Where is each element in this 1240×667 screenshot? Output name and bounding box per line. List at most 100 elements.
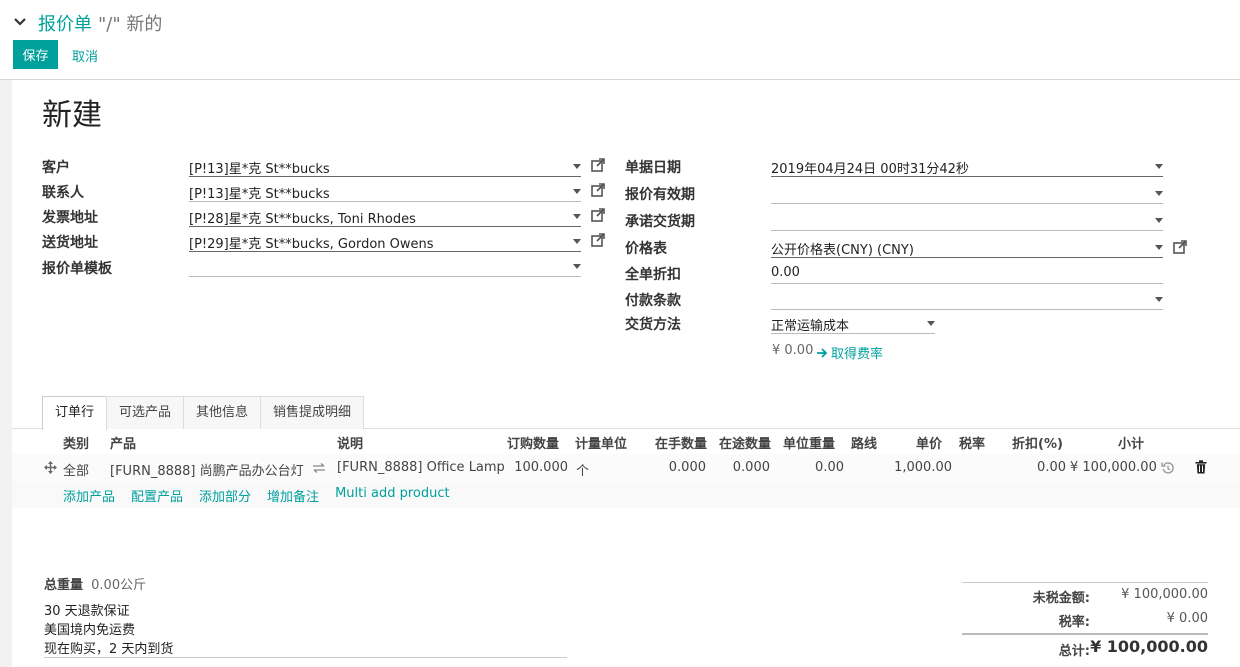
cell-incoming: 0.000 <box>732 460 770 475</box>
col-unit-weight[interactable]: 单位重量 <box>783 433 835 452</box>
col-tax[interactable]: 税率 <box>959 433 985 452</box>
chevron-down-icon[interactable] <box>12 13 32 33</box>
invoice-address-field[interactable]: [P!28]星*克 St**bucks, Toni Rhodes <box>189 205 581 227</box>
get-rate-label: 取得费率 <box>831 347 884 362</box>
untaxed-label: 未税金额: <box>1032 591 1090 606</box>
col-subtotal[interactable]: 小计 <box>1118 433 1144 452</box>
caret-down-icon[interactable] <box>573 264 581 269</box>
cell-category[interactable]: 全部 <box>63 460 89 479</box>
cell-qty[interactable]: 100.000 <box>496 460 568 475</box>
totals-top-divider <box>962 582 1208 583</box>
cancel-button[interactable]: 取消 <box>72 46 98 65</box>
totals-divider <box>962 633 1208 635</box>
history-icon[interactable] <box>1161 461 1175 475</box>
global-discount-field[interactable]: 0.00 <box>771 262 1163 284</box>
delivery-address-field[interactable]: [P!29]星*克 St**bucks, Gordon Owens <box>189 230 581 252</box>
untaxed-amount: ¥ 100,000.00 <box>1121 587 1208 602</box>
pricelist-value: 公开价格表(CNY) (CNY) <box>771 243 914 258</box>
pricelist-field[interactable]: 公开价格表(CNY) (CNY) <box>771 236 1163 258</box>
trash-icon[interactable] <box>1195 460 1207 474</box>
total-weight-value: 0.00公斤 <box>91 578 147 593</box>
customer-field[interactable]: [P!13]星*克 St**bucks <box>189 155 581 177</box>
caret-down-icon[interactable] <box>927 321 935 326</box>
swap-icon <box>313 463 325 473</box>
note-line-2[interactable]: 美国境内免运费 <box>44 619 564 638</box>
validity-field[interactable] <box>771 182 1163 204</box>
col-route[interactable]: 路线 <box>851 433 877 452</box>
caret-down-icon[interactable] <box>573 214 581 219</box>
cell-on-hand: 0.000 <box>668 460 706 475</box>
caret-down-icon[interactable] <box>573 239 581 244</box>
cell-price[interactable]: 1,000.00 <box>880 460 952 475</box>
quote-template-field[interactable] <box>189 255 581 277</box>
external-link-icon[interactable] <box>591 158 605 172</box>
commitment-date-field[interactable] <box>771 209 1163 231</box>
invoice-address-value: [P!28]星*克 St**bucks, Toni Rhodes <box>189 212 416 227</box>
col-description[interactable]: 说明 <box>337 433 363 452</box>
caret-down-icon[interactable] <box>1155 245 1163 250</box>
caret-down-icon[interactable] <box>1155 191 1163 196</box>
get-rate-button[interactable]: 取得费率 <box>816 343 883 362</box>
commitment-date-label: 承诺交货期 <box>625 214 695 230</box>
delivery-method-field[interactable]: 正常运输成本 <box>771 312 935 334</box>
caret-down-icon[interactable] <box>1155 164 1163 169</box>
breadcrumb-parent[interactable]: 报价单 <box>38 10 92 36</box>
tab-other-info[interactable]: 其他信息 <box>183 396 262 429</box>
global-discount-label: 全单折扣 <box>625 267 681 283</box>
invoice-address-label: 发票地址 <box>42 210 98 226</box>
cell-subtotal: ¥ 100,000.00 <box>1070 460 1157 475</box>
caret-down-icon[interactable] <box>573 189 581 194</box>
delivery-address-label: 送货地址 <box>42 235 98 251</box>
tab-optional-products[interactable]: 可选产品 <box>106 396 185 429</box>
caret-down-icon[interactable] <box>1155 297 1163 302</box>
arrow-right-icon <box>817 347 828 358</box>
order-date-label: 单据日期 <box>625 160 681 176</box>
tab-commission[interactable]: 销售提成明细 <box>260 396 365 429</box>
delivery-method-label: 交货方法 <box>625 317 681 333</box>
tax-amount: ¥ 0.00 <box>1166 611 1208 626</box>
col-product[interactable]: 产品 <box>110 433 136 452</box>
col-on-hand[interactable]: 在手数量 <box>655 433 707 452</box>
multi-add-product-link[interactable]: Multi add product <box>335 486 450 505</box>
caret-down-icon[interactable] <box>1155 218 1163 223</box>
cell-product[interactable]: [FURN_8888] 尚鹏产品办公台灯 <box>110 460 304 479</box>
external-link-icon[interactable] <box>1173 240 1187 254</box>
tab-order-lines[interactable]: 订单行 <box>42 396 108 430</box>
col-order-qty[interactable]: 订购数量 <box>507 433 559 452</box>
add-note-link[interactable]: 增加备注 <box>267 486 319 505</box>
control-panel: 报价单 "/" 新的 保存 取消 <box>0 0 1240 80</box>
global-discount-value: 0.00 <box>771 265 800 280</box>
configure-product-link[interactable]: 配置产品 <box>131 486 183 505</box>
order-date-field[interactable]: 2019年04月24日 00时31分42秒 <box>771 155 1163 177</box>
col-uom[interactable]: 计量单位 <box>575 433 627 452</box>
note-line-1[interactable]: 30 天退款保证 <box>44 600 564 619</box>
add-product-link[interactable]: 添加产品 <box>63 486 115 505</box>
pricelist-label: 价格表 <box>625 241 667 257</box>
drag-handle-icon[interactable] <box>44 461 57 474</box>
notebook-tabs: 订单行 可选产品 其他信息 销售提成明细 <box>42 396 365 430</box>
col-category[interactable]: 类别 <box>63 433 89 452</box>
quote-template-label: 报价单模板 <box>42 261 112 277</box>
col-unit-price[interactable]: 单价 <box>916 433 942 452</box>
col-discount[interactable]: 折扣(%) <box>1012 433 1063 452</box>
col-incoming[interactable]: 在途数量 <box>719 433 771 452</box>
add-section-link[interactable]: 添加部分 <box>199 486 251 505</box>
page-title: 新建 <box>42 98 102 133</box>
save-button[interactable]: 保存 <box>13 40 58 69</box>
cell-discount[interactable]: 0.00 <box>1010 460 1066 475</box>
cell-weight: 0.00 <box>815 460 844 475</box>
payment-terms-field[interactable] <box>771 288 1163 310</box>
contact-field[interactable]: [P!13]星*克 St**bucks <box>189 180 581 202</box>
external-link-icon[interactable] <box>591 208 605 222</box>
external-link-icon[interactable] <box>591 233 605 247</box>
delivery-address-value: [P!29]星*克 St**bucks, Gordon Owens <box>189 237 434 252</box>
cell-uom[interactable]: 个 <box>576 460 589 479</box>
contact-value: [P!13]星*克 St**bucks <box>189 187 330 202</box>
cell-description[interactable]: [FURN_8888] Office Lamp <box>337 460 505 475</box>
contact-label: 联系人 <box>42 185 84 201</box>
note-underline <box>44 657 567 658</box>
add-line-links: 添加产品 配置产品 添加部分 增加备注 Multi add product <box>63 486 450 505</box>
caret-down-icon[interactable] <box>573 164 581 169</box>
note-line-3[interactable]: 现在购买，2 天内到货 <box>44 638 564 657</box>
external-link-icon[interactable] <box>591 183 605 197</box>
